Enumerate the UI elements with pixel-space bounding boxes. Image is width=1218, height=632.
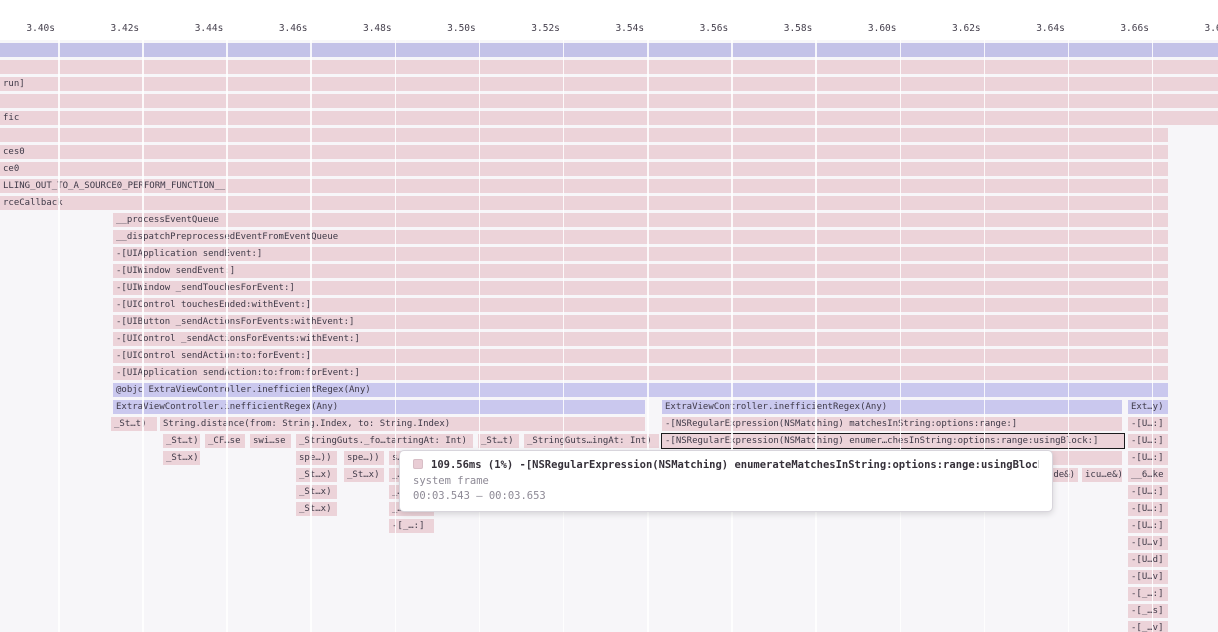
time-gridline (1152, 40, 1154, 632)
tooltip-time-range: 00:03.543 — 00:03.653 (413, 490, 1039, 503)
time-gridline (395, 40, 397, 632)
tooltip-duration: 109.56ms (1%) (431, 459, 513, 471)
flame-cell[interactable]: spe…)) (344, 451, 384, 465)
flame-chart-area: run] fic ces0 ce0 LLING_OUT_TO_A_SOURCE0_PER… (0, 40, 1218, 632)
flame-cell[interactable]: _StringGuts._fo…tartingAt: Int) (296, 434, 473, 448)
flame-cell[interactable]: -[UIApplication sendAction:to:from:forEv… (113, 366, 1168, 380)
tooltip-color-chip-icon (413, 459, 423, 469)
flame-cell[interactable]: -[U…:] (1128, 519, 1168, 533)
flame-cell[interactable]: _St…x) (296, 485, 337, 499)
flame-cell[interactable]: -[U…:] (1128, 502, 1168, 516)
instruments-flame-chart: 3.40s 3.42s 3.44s 3.46s 3.48s 3.50s 3.52s 3.54s… (0, 0, 1218, 632)
time-gridline (226, 40, 228, 632)
flame-cell[interactable]: -[_…s] (1128, 604, 1168, 618)
time-gridline (563, 40, 565, 632)
flame-cell[interactable]: -[U…:] (1128, 417, 1168, 431)
time-ruler-label: 3.48s (344, 23, 392, 35)
time-gridline (479, 40, 481, 632)
time-ruler-label: 3.64s (1017, 23, 1065, 35)
flame-cell[interactable] (0, 128, 1168, 142)
flame-cell[interactable]: String.distance(from: String.Index, to: … (160, 417, 645, 431)
time-ruler-label: 3.60s (849, 23, 897, 35)
time-gridline (58, 40, 60, 632)
flame-cell[interactable]: rceCallback (0, 196, 1168, 210)
flame-cell[interactable]: LLING_OUT_TO_A_SOURCE0_PERFORM_FUNCTION_… (0, 179, 1168, 193)
time-gridline (142, 40, 144, 632)
flame-cell[interactable]: @objc ExtraViewController.inefficientReg… (113, 383, 1168, 397)
flame-cell[interactable]: -[U…d] (1128, 553, 1168, 567)
flame-cell[interactable]: __dispatchPreprocessedEventFromEventQueu… (113, 230, 1168, 244)
time-ruler-label: 3.40s (7, 23, 55, 35)
flame-cell[interactable]: __6…ke (1128, 468, 1168, 482)
flame-cell[interactable]: -[UIControl touchesEnded:withEvent:] (113, 298, 1168, 312)
time-ruler-label: 3.46s (259, 23, 307, 35)
flame-cell[interactable]: -[UIWindow sendEvent:] (113, 264, 1168, 278)
time-ruler[interactable]: 3.40s 3.42s 3.44s 3.46s 3.48s 3.50s 3.52s 3.54s… (0, 0, 1218, 40)
flame-cell[interactable]: _St…x) (296, 468, 337, 482)
time-ruler-label: 3.68s (1185, 23, 1218, 35)
time-gridline (647, 40, 649, 632)
flame-cell[interactable]: -[UIControl sendAction:to:forEvent:] (113, 349, 1168, 363)
time-ruler-label: 3.50s (428, 23, 476, 35)
time-ruler-label: 3.54s (596, 23, 644, 35)
time-ruler-label: 3.52s (512, 23, 560, 35)
time-gridline (731, 40, 733, 632)
tooltip: 109.56ms (1%) -[NSRegularExpression(NSMa… (399, 450, 1053, 512)
time-ruler-label: 3.62s (933, 23, 981, 35)
flame-cell[interactable]: -[_…:] (1128, 587, 1168, 601)
time-ruler-label: 3.66s (1101, 23, 1149, 35)
flame-cell[interactable]: __processEventQueue (113, 213, 1168, 227)
flame-cell[interactable]: ces0 (0, 145, 1168, 159)
flame-cell[interactable]: ce0 (0, 162, 1168, 176)
time-ruler-label: 3.58s (764, 23, 812, 35)
flame-cell[interactable]: icu…e&) (1082, 468, 1122, 482)
flame-cell[interactable]: ExtraViewController.inefficientRegex(Any… (113, 400, 645, 414)
time-gridline (984, 40, 986, 632)
time-ruler-label: 3.44s (175, 23, 223, 35)
flame-cell[interactable]: _St…t) (478, 434, 519, 448)
tooltip-symbol: -[NSRegularExpression(NSMatching) enumer… (520, 459, 1039, 471)
flame-cell[interactable]: -[U…:] (1128, 434, 1168, 448)
flame-cell[interactable]: _St…t) (111, 417, 157, 431)
time-gridline (900, 40, 902, 632)
flame-cell[interactable]: _CF…se (205, 434, 245, 448)
flame-cell[interactable]: -[U…:] (1128, 451, 1168, 465)
flame-cell[interactable]: _St…t) (163, 434, 200, 448)
flame-cell[interactable]: -[UIWindow _sendTouchesForEvent:] (113, 281, 1168, 295)
flame-cell[interactable] (0, 94, 1218, 108)
tooltip-frame-type: system frame (413, 475, 1039, 488)
flame-cell[interactable]: run] (0, 77, 1218, 91)
flame-cell[interactable]: -[UIControl _sendActionsForEvents:withEv… (113, 332, 1168, 346)
tooltip-title: 109.56ms (1%) -[NSRegularExpression(NSMa… (413, 459, 1039, 472)
flame-cell[interactable]: fic (0, 111, 1218, 125)
flame-cell[interactable] (0, 43, 1218, 57)
time-ruler-label: 3.56s (680, 23, 728, 35)
flame-cell[interactable]: -[U…:] (1128, 485, 1168, 499)
time-gridline (815, 40, 817, 632)
flame-cell[interactable]: -[_…v] (1128, 621, 1168, 632)
flame-cell[interactable]: Ext…y) (1128, 400, 1168, 414)
flame-cell[interactable] (0, 60, 1218, 74)
flame-cell[interactable]: -[UIButton _sendActionsForEvents:withEve… (113, 315, 1168, 329)
flame-cell[interactable]: -[UIApplication sendEvent:] (113, 247, 1168, 261)
flame-cell[interactable]: swi…se (250, 434, 291, 448)
flame-cell[interactable]: _St…x) (296, 502, 337, 516)
flame-cell[interactable]: _StringGuts…ingAt: Int) (524, 434, 659, 448)
time-gridline (1068, 40, 1070, 632)
flame-cell[interactable]: _St…x) (163, 451, 200, 465)
flame-cell[interactable]: _St…x) (344, 468, 384, 482)
flame-cell[interactable]: spe…)) (296, 451, 337, 465)
flame-cell[interactable]: -[U…v] (1128, 536, 1168, 550)
time-ruler-label: 3.42s (91, 23, 139, 35)
flame-cell[interactable]: -[U…v] (1128, 570, 1168, 584)
time-gridline (310, 40, 312, 632)
